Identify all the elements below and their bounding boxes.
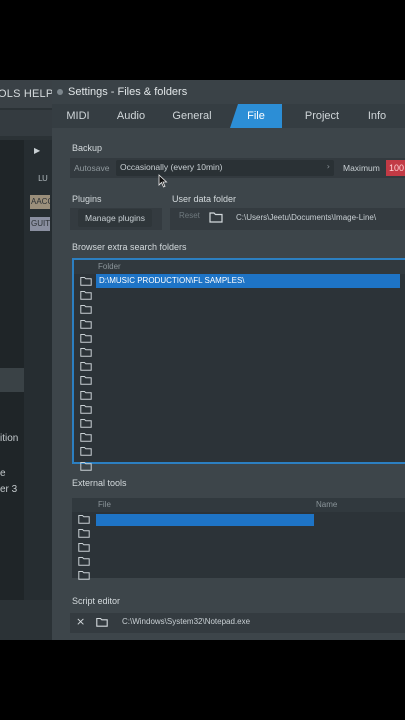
background-menu-text[interactable]: OLS HELP (0, 88, 53, 100)
background-toolbar (0, 110, 60, 136)
background-text: ition (0, 433, 19, 444)
folder-list-row[interactable] (74, 331, 405, 345)
external-tools-header: File Name (72, 498, 405, 512)
folder-icon[interactable] (78, 528, 90, 538)
tab-audio[interactable]: Audio (110, 104, 152, 128)
maximum-label: Maximum (343, 163, 380, 173)
tab-file-left-edge (230, 104, 238, 128)
window-menu-icon[interactable] (57, 89, 63, 95)
folder-list-row[interactable] (74, 416, 405, 430)
folder-icon[interactable] (80, 304, 92, 315)
folder-list-row[interactable] (74, 459, 405, 473)
folder-icon[interactable] (78, 514, 90, 524)
folder-icon[interactable] (78, 570, 90, 580)
folder-icon[interactable] (80, 390, 92, 400)
manage-plugins-button[interactable]: Manage plugins (78, 209, 152, 227)
folder-icon[interactable] (80, 347, 92, 357)
folder-icon[interactable] (80, 319, 92, 329)
tab-bar: MIDI Audio General File Project Info (52, 104, 405, 128)
external-tool-row[interactable] (72, 540, 405, 554)
folder-list-header: Folder (74, 260, 405, 274)
autosave-value: Occasionally (every 10min) (120, 162, 223, 172)
folder-icon[interactable] (80, 446, 92, 457)
background-menubar: OLS HELP (0, 80, 60, 108)
file-column-header: File (98, 500, 111, 509)
folder-icon[interactable] (209, 211, 223, 223)
folder-icon[interactable] (80, 461, 92, 471)
folder-list-row[interactable] (74, 345, 405, 359)
top-black-band (0, 0, 405, 80)
background-app: OLS HELP ▶ LU AACC GUIT ition e er 3 (0, 80, 60, 640)
folder-column-header: Folder (98, 262, 121, 271)
user-data-folder-label: User data folder (172, 194, 237, 204)
external-tool-row[interactable] (72, 512, 405, 526)
user-data-folder-path: C:\Users\Jeetu\Documents\Image-Line\ (236, 213, 377, 222)
external-tool-row[interactable] (72, 568, 405, 582)
folder-icon[interactable] (80, 375, 92, 386)
folder-icon[interactable] (80, 404, 92, 414)
bottom-black-band (0, 640, 405, 720)
chevron-right-icon: › (326, 162, 330, 171)
name-column-header: Name (316, 500, 338, 509)
window-title: Settings - Files & folders (68, 86, 188, 98)
folder-list-row[interactable] (74, 388, 405, 402)
external-tool-row[interactable] (72, 554, 405, 568)
folder-path: D:\MUSIC PRODUCTION\FL SAMPLES\ (99, 276, 245, 285)
background-text: e (0, 468, 6, 479)
mouse-cursor-icon (158, 174, 168, 188)
background-channel-tag[interactable]: AACC (30, 195, 50, 209)
reset-button[interactable]: Reset (179, 211, 200, 220)
browser-extra-search-folders-label: Browser extra search folders (72, 242, 187, 252)
folder-icon[interactable] (78, 556, 90, 566)
folder-list-row[interactable] (74, 359, 405, 373)
folder-icon[interactable] (80, 276, 92, 286)
tab-project[interactable]: Project (298, 104, 346, 128)
plugins-section-label: Plugins (72, 194, 102, 204)
background-stripe (0, 368, 24, 392)
folder-icon[interactable] (80, 432, 92, 442)
folder-icon[interactable] (80, 290, 92, 300)
folder-list-row[interactable] (74, 302, 405, 316)
tab-info[interactable]: Info (358, 104, 396, 128)
background-label: LU (38, 174, 48, 183)
folder-icon[interactable] (80, 418, 92, 428)
script-editor-label: Script editor (72, 596, 121, 606)
external-tools-list[interactable]: File Name (72, 498, 405, 580)
close-icon[interactable]: × (76, 615, 85, 628)
external-tools-label: External tools (72, 478, 127, 488)
play-arrow-icon: ▶ (34, 146, 41, 155)
folder-list-row[interactable] (74, 444, 405, 458)
tab-midi[interactable]: MIDI (58, 104, 98, 128)
browser-folder-list[interactable]: Folder D:\MUSIC PRODUCTION\FL SAMPLES\ (72, 258, 405, 471)
backup-section-label: Backup (72, 143, 103, 153)
background-text: er 3 (0, 484, 18, 495)
folder-list-row[interactable]: D:\MUSIC PRODUCTION\FL SAMPLES\ (74, 274, 405, 288)
autosave-select[interactable]: Occasionally (every 10min) › (116, 160, 334, 176)
folder-list-row[interactable] (74, 402, 405, 416)
external-tool-row[interactable] (72, 526, 405, 540)
background-channel-tag[interactable]: GUIT (30, 217, 50, 231)
folder-icon[interactable] (80, 361, 92, 371)
folder-list-row[interactable] (74, 373, 405, 387)
folder-icon[interactable] (78, 542, 90, 552)
tab-general[interactable]: General (166, 104, 218, 128)
folder-list-row[interactable] (74, 288, 405, 302)
settings-window: Settings - Files & folders MIDI Audio Ge… (52, 80, 405, 640)
folder-icon[interactable] (96, 617, 108, 627)
autosave-label: Autosave (74, 163, 110, 173)
title-bar[interactable]: Settings - Files & folders (52, 80, 405, 104)
folder-list-row[interactable] (74, 317, 405, 331)
folder-list-row[interactable] (74, 430, 405, 444)
script-editor-path: C:\Windows\System32\Notepad.exe (122, 617, 251, 626)
maximum-backups-field[interactable]: 100 (386, 160, 405, 176)
folder-icon[interactable] (80, 333, 92, 343)
background-channel-panel (24, 140, 52, 600)
